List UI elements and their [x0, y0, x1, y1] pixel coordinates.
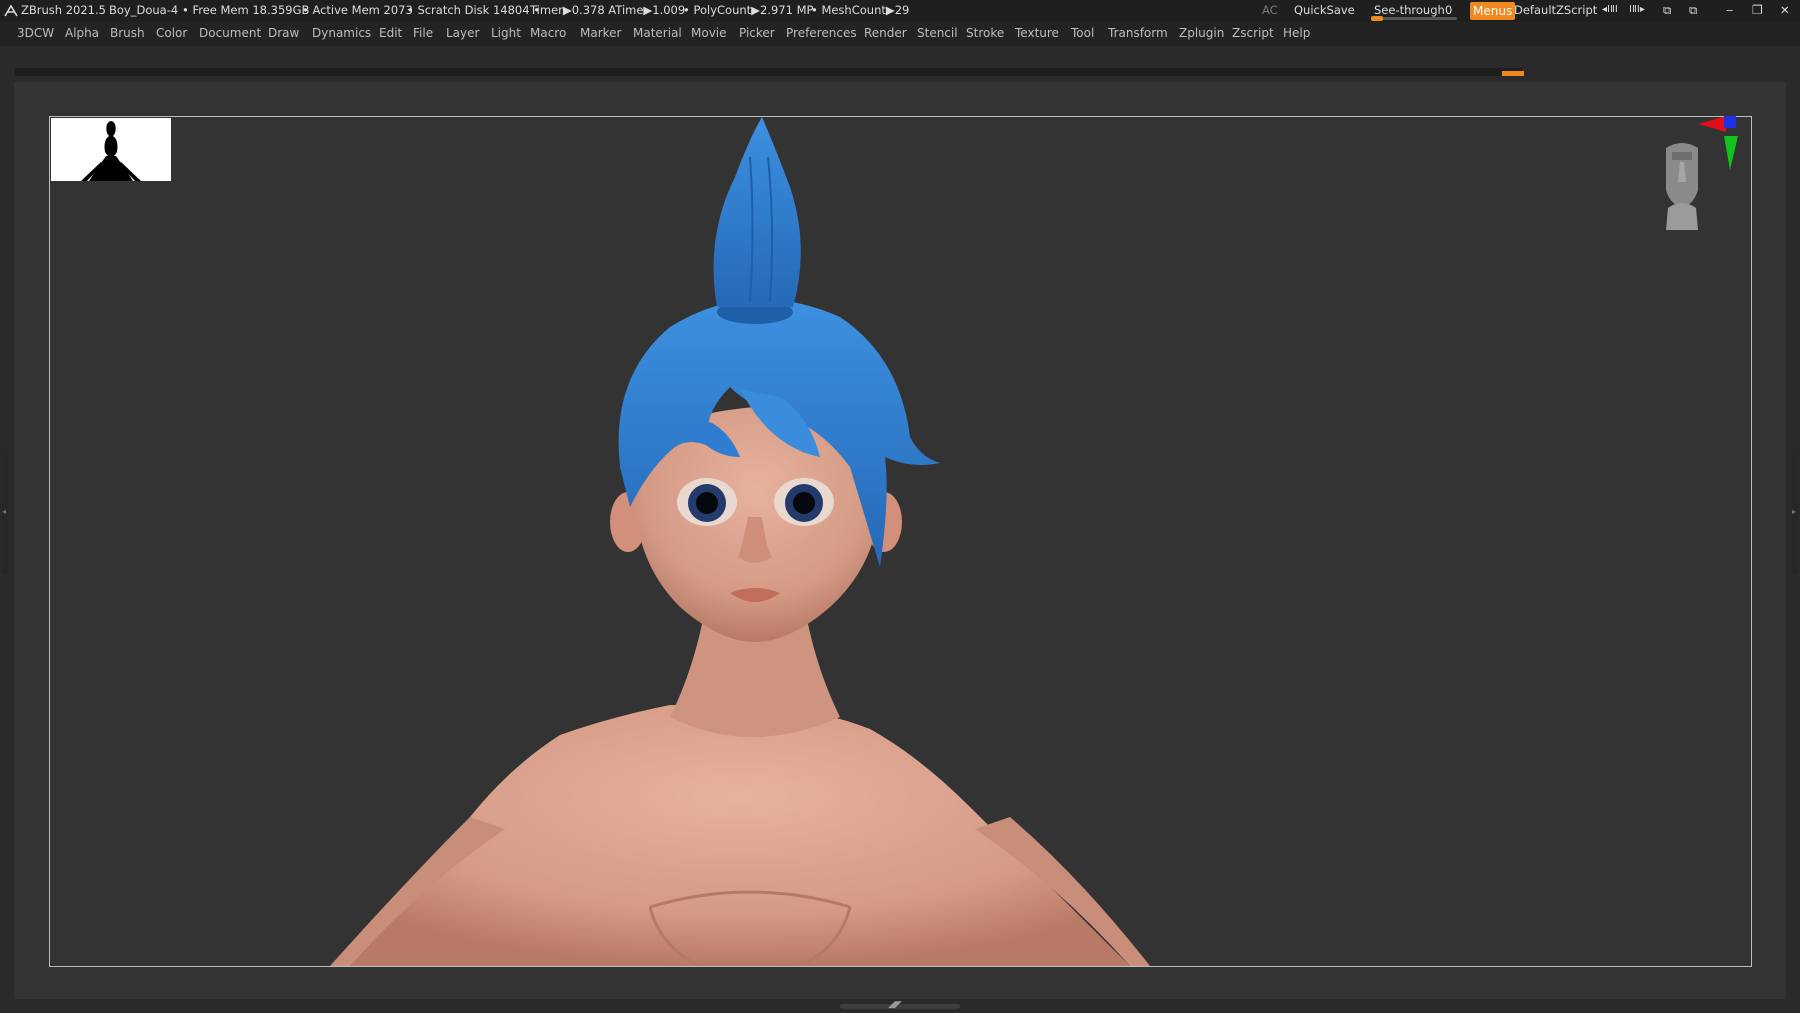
restore-icon[interactable]: ❐ [1752, 3, 1763, 17]
menu-alpha[interactable]: Alpha [65, 26, 99, 40]
menu-transform[interactable]: Transform [1108, 26, 1168, 40]
menu-help[interactable]: Help [1283, 26, 1310, 40]
tray-right-icon[interactable]: ⅠⅡⅠ▸ [1629, 4, 1645, 15]
menu-macro[interactable]: Macro [530, 26, 566, 40]
bottom-tray-arrows-icon[interactable]: ◢◤ [888, 1000, 902, 1010]
menu-material[interactable]: Material [633, 26, 682, 40]
ac-button[interactable]: AC [1262, 3, 1278, 17]
menu-layer[interactable]: Layer [446, 26, 479, 40]
menu-document[interactable]: Document [199, 26, 261, 40]
menu-brush[interactable]: Brush [110, 26, 145, 40]
default-zscript-button[interactable]: DefaultZScript [1514, 3, 1597, 17]
shelf-position-marker[interactable] [1502, 71, 1524, 76]
menu-zplugin[interactable]: Zplugin [1179, 26, 1224, 40]
menu-dynamics[interactable]: Dynamics [312, 26, 371, 40]
menu-tool[interactable]: Tool [1071, 26, 1094, 40]
meshcount-readout: • MeshCount▶29 [811, 3, 910, 17]
silhouette-icon [81, 121, 141, 181]
hair-topknot [713, 117, 801, 307]
close-icon[interactable]: ✕ [1780, 3, 1790, 17]
menu-preferences[interactable]: Preferences [786, 26, 857, 40]
viewport-canvas[interactable] [49, 116, 1752, 967]
menu-light[interactable]: Light [491, 26, 521, 40]
menu-file[interactable]: File [413, 26, 433, 40]
menu-stroke[interactable]: Stroke [966, 26, 1004, 40]
title-bar: ZBrush 2021.5 Boy_Doua-4 • Free Mem 18.3… [0, 0, 1800, 22]
navigator-thumbnail[interactable] [51, 118, 171, 181]
seethrough-slider-label: See-through [1374, 3, 1445, 17]
menu-texture[interactable]: Texture [1015, 26, 1059, 40]
left-tray-handle[interactable]: ◂ [2, 455, 8, 575]
zbrush-logo-icon[interactable] [3, 3, 19, 19]
sculpted-boy-model[interactable] [50, 117, 1751, 966]
polycount-readout: • PolyCount▶2.971 MP [683, 3, 814, 17]
app-name: ZBrush 2021.5 [21, 3, 106, 17]
seethrough-slider[interactable] [1371, 16, 1457, 21]
layout-icon[interactable]: ⧉ [1663, 3, 1671, 18]
menu-picker[interactable]: Picker [739, 26, 775, 40]
seethrough-slider-handle[interactable] [1371, 16, 1383, 21]
menu-zscript[interactable]: Zscript [1232, 26, 1274, 40]
main-menu-bar: 3DCW Alpha Brush Color Document Draw Dyn… [0, 22, 1800, 46]
minimize-icon[interactable]: ‒ [1726, 3, 1733, 17]
menu-stencil[interactable]: Stencil [917, 26, 958, 40]
top-shelf[interactable] [15, 68, 1522, 76]
menu-marker[interactable]: Marker [580, 26, 621, 40]
menu-draw[interactable]: Draw [268, 26, 299, 40]
menu-render[interactable]: Render [864, 26, 907, 40]
layout-alt-icon[interactable]: ⧉ [1689, 3, 1697, 18]
document-name: Boy_Doua-4 [109, 3, 179, 17]
menu-3dcw[interactable]: 3DCW [17, 26, 54, 40]
axis-gizmo-icon[interactable] [1694, 114, 1744, 174]
active-mem-readout: • Active Mem 2073 [302, 3, 413, 17]
tray-left-icon[interactable]: ◂ⅠⅡⅠ [1602, 4, 1618, 15]
free-mem-readout: • Free Mem 18.359GB [182, 3, 310, 17]
quicksave-button[interactable]: QuickSave [1294, 3, 1355, 17]
seethrough-value: 0 [1445, 3, 1453, 17]
menu-edit[interactable]: Edit [379, 26, 402, 40]
menus-toggle-button[interactable]: Menus [1470, 2, 1516, 20]
timer-readout: Timer▶0.378 ATime▶1.009 [530, 3, 686, 17]
menu-color[interactable]: Color [156, 26, 187, 40]
menu-movie[interactable]: Movie [691, 26, 727, 40]
right-tray-handle[interactable]: ▸ [1792, 455, 1798, 575]
scratch-disk-readout: • Scratch Disk 14804 • [407, 3, 540, 17]
